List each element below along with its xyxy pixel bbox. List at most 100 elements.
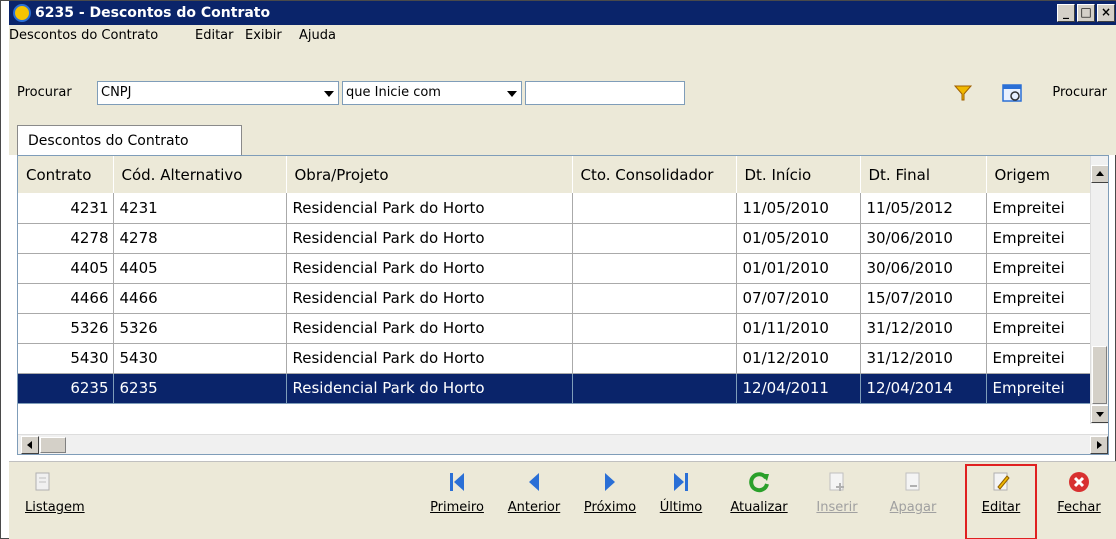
cell-origem: Empreitei [986,283,1093,314]
fechar-button[interactable]: Fechar [1053,470,1105,515]
table-row-selected[interactable]: 6235 6235 Residencial Park do Horto 12/0… [18,373,1093,404]
cell-dt-inicio: 01/12/2010 [736,343,861,374]
vertical-scrollbar[interactable] [1090,156,1108,424]
cell-dt-inicio: 01/01/2010 [736,253,861,284]
scroll-left-button[interactable] [21,436,39,454]
inserir-button[interactable]: Inserir [809,470,865,515]
inserir-label: Inserir [816,500,858,515]
document-icon [35,472,50,491]
first-record-icon [450,473,464,491]
edit-icon [993,472,1010,491]
cell-obra-projeto: Residencial Park do Horto [286,253,573,284]
table-header-row: Contrato Cód. Alternativo Obra/Projeto C… [18,156,1093,193]
search-field-select[interactable]: CNPJ [97,81,339,105]
cell-origem: Empreitei [986,193,1093,224]
cell-contrato: 4278 [18,223,114,254]
cell-contrato: 4405 [18,253,114,284]
cell-dt-final: 30/06/2010 [860,223,987,254]
maximize-button[interactable]: □ [1077,4,1095,22]
next-record-icon [605,473,615,491]
column-header-dt-inicio[interactable]: Dt. Início [736,156,861,193]
cell-origem: Empreitei [986,343,1093,374]
cell-cod-alternativo: 4466 [113,283,287,314]
listagem-label: Listagem [25,500,85,515]
menu-exibir[interactable]: Exibir [245,28,282,43]
menu-ajuda[interactable]: Ajuda [299,28,336,43]
table-row[interactable]: 4466 4466 Residencial Park do Horto 07/0… [18,283,1093,314]
cell-dt-inicio: 11/05/2010 [736,193,861,224]
proximo-button[interactable]: Próximo [579,470,641,515]
primeiro-button[interactable]: Primeiro [427,470,487,515]
cell-cto-consolidador [572,373,737,404]
bottom-toolbar: Listagem Primeiro Anterior Próximo Últim… [9,461,1116,539]
search-input[interactable] [525,81,685,105]
search-condition-value: que Inicie com [346,85,441,100]
cell-dt-final: 30/06/2010 [860,253,987,284]
app-icon [13,4,31,22]
column-header-cod-alternativo[interactable]: Cód. Alternativo [113,156,287,193]
scroll-down-button[interactable] [1091,405,1108,423]
anterior-button[interactable]: Anterior [501,470,567,515]
column-header-obra-projeto[interactable]: Obra/Projeto [286,156,573,193]
cell-obra-projeto: Residencial Park do Horto [286,223,573,254]
apagar-button[interactable]: Apagar [885,470,941,515]
filter-icon[interactable] [953,84,973,102]
editar-label: Editar [981,500,1021,515]
ultimo-button[interactable]: Último [655,470,707,515]
cell-cod-alternativo: 4405 [113,253,287,284]
window-title: 6235 - Descontos do Contrato [35,5,271,21]
column-header-dt-final[interactable]: Dt. Final [860,156,987,193]
cell-cto-consolidador [572,223,737,254]
previous-record-icon [529,473,539,491]
proximo-label: Próximo [583,500,637,515]
cell-obra-projeto: Residencial Park do Horto [286,283,573,314]
close-window-button[interactable]: × [1097,4,1115,22]
horizontal-scroll-thumb[interactable] [40,437,66,453]
column-header-origem[interactable]: Origem [986,156,1093,193]
cell-dt-inicio: 07/07/2010 [736,283,861,314]
editar-button[interactable]: Editar [973,470,1029,515]
search-icon [1002,84,1022,102]
cell-dt-inicio: 01/05/2010 [736,223,861,254]
cell-obra-projeto: Residencial Park do Horto [286,343,573,374]
cell-dt-inicio: 01/11/2010 [736,313,861,344]
cell-contrato: 4231 [18,193,114,224]
menu-editar[interactable]: Editar [195,28,234,43]
table-row[interactable]: 5326 5326 Residencial Park do Horto 01/1… [18,313,1093,344]
table-row[interactable]: 4231 4231 Residencial Park do Horto 11/0… [18,193,1093,224]
search-button[interactable]: Procurar [1052,85,1107,100]
cell-cto-consolidador [572,193,737,224]
cell-cod-alternativo: 6235 [113,373,287,404]
fechar-label: Fechar [1057,500,1101,515]
scroll-up-button[interactable] [1091,165,1108,183]
cell-dt-final: 31/12/2010 [860,343,987,374]
listagem-button[interactable]: Listagem [25,470,85,515]
minimize-button[interactable]: _ [1057,4,1075,22]
atualizar-button[interactable]: Atualizar [723,470,795,515]
table-row[interactable]: 4278 4278 Residencial Park do Horto 01/0… [18,223,1093,254]
vertical-scroll-thumb[interactable] [1092,346,1107,404]
cell-obra-projeto: Residencial Park do Horto [286,313,573,344]
menu-descontos[interactable]: Descontos do Contrato [9,28,158,43]
tab-descontos[interactable]: Descontos do Contrato [17,125,242,157]
primeiro-label: Primeiro [430,500,484,515]
chevron-down-icon [507,91,517,97]
search-condition-select[interactable]: que Inicie com [342,81,522,105]
last-record-icon [674,473,688,491]
table-row[interactable]: 4405 4405 Residencial Park do Horto 01/0… [18,253,1093,284]
horizontal-scrollbar[interactable] [18,434,1108,454]
apagar-label: Apagar [889,500,937,515]
anterior-label: Anterior [507,500,561,515]
column-header-contrato[interactable]: Contrato [18,156,114,193]
cell-origem: Empreitei [986,223,1093,254]
cell-cod-alternativo: 5430 [113,343,287,374]
app-window: 6235 - Descontos do Contrato _ □ × Desco… [0,0,1116,539]
cell-cod-alternativo: 4231 [113,193,287,224]
table-row[interactable]: 5430 5430 Residencial Park do Horto 01/1… [18,343,1093,374]
cell-cto-consolidador [572,283,737,314]
column-header-cto-consolidador[interactable]: Cto. Consolidador [572,156,737,193]
scroll-right-button[interactable] [1090,436,1108,454]
cell-dt-final: 15/07/2010 [860,283,987,314]
cell-dt-final: 12/04/2014 [860,373,987,404]
cell-contrato: 4466 [18,283,114,314]
